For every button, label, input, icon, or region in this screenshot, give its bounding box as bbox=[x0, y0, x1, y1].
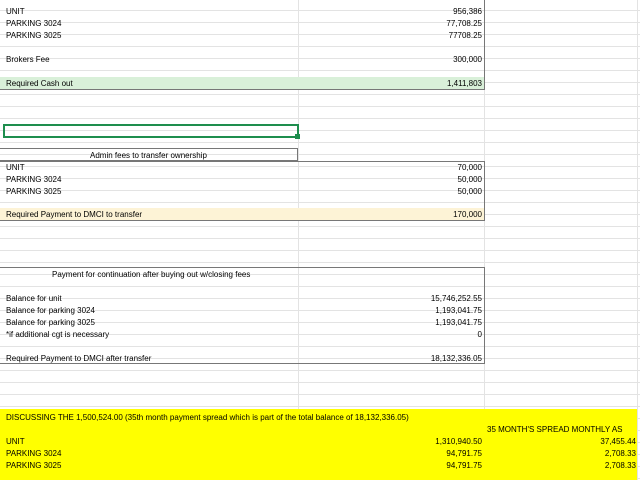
cell-balance-parking-3025-value[interactable]: 1,193,041.75 bbox=[435, 317, 482, 328]
cell-required-payment-transfer-value[interactable]: 170,000 bbox=[453, 209, 482, 220]
cell-parking-3025-label-2[interactable]: PARKING 3025 bbox=[6, 186, 61, 197]
cell-unit-monthly[interactable]: 37,455.44 bbox=[600, 436, 636, 447]
grid-row-line bbox=[0, 228, 640, 239]
grid-row-line bbox=[0, 396, 640, 407]
cell-unit-value-2[interactable]: 70,000 bbox=[458, 162, 482, 173]
cell-parking-3024-value-2[interactable]: 50,000 bbox=[458, 174, 482, 185]
cell-unit-label-2[interactable]: UNIT bbox=[6, 162, 25, 173]
cell-balance-parking-3024-label[interactable]: Balance for parking 3024 bbox=[6, 305, 95, 316]
cell-brokers-fee-label[interactable]: Brokers Fee bbox=[6, 54, 50, 65]
grid-column-line bbox=[637, 0, 638, 480]
cell-parking-3025-value-2[interactable]: 50,000 bbox=[458, 186, 482, 197]
cell-parking-3025-label[interactable]: PARKING 3025 bbox=[6, 30, 61, 41]
fill-handle[interactable] bbox=[295, 134, 300, 139]
cell-balance-parking-3024-value[interactable]: 1,193,041.75 bbox=[435, 305, 482, 316]
grid-row-line bbox=[0, 372, 640, 383]
section1-value-border bbox=[0, 0, 485, 90]
cell-parking-3025-value[interactable]: 77708.25 bbox=[449, 30, 482, 41]
grid-row-line bbox=[0, 108, 640, 119]
cell-parking-3025-value-4[interactable]: 94,791.75 bbox=[446, 460, 482, 471]
grid-row-line bbox=[0, 384, 640, 395]
cell-parking-3024-value[interactable]: 77,708.25 bbox=[446, 18, 482, 29]
cell-cgt-value[interactable]: 0 bbox=[478, 329, 482, 340]
cell-required-payment-after-value[interactable]: 18,132,336.05 bbox=[431, 353, 482, 364]
cell-balance-unit-value[interactable]: 15,746,252.55 bbox=[431, 293, 482, 304]
cell-discussion-note[interactable]: DISCUSSING THE 1,500,524.00 (35th month … bbox=[6, 412, 409, 423]
cell-brokers-fee-value[interactable]: 300,000 bbox=[453, 54, 482, 65]
cell-parking-3024-value-4[interactable]: 94,791.75 bbox=[446, 448, 482, 459]
cell-required-payment-after-label[interactable]: Required Payment to DMCI after transfer bbox=[6, 353, 151, 364]
cell-parking-3025-label-4[interactable]: PARKING 3025 bbox=[6, 460, 61, 471]
selected-cell[interactable] bbox=[3, 124, 300, 139]
cell-required-cash-out-value[interactable]: 1,411,803 bbox=[447, 78, 482, 89]
cell-unit-value-4[interactable]: 1,310,940.50 bbox=[435, 436, 482, 447]
grid-row-line bbox=[0, 96, 640, 107]
cell-parking-3025-monthly[interactable]: 2,708.33 bbox=[605, 460, 636, 471]
cell-admin-fees-header[interactable]: Admin fees to transfer ownership bbox=[90, 150, 207, 161]
cell-parking-3024-monthly[interactable]: 2,708.33 bbox=[605, 448, 636, 459]
cell-balance-unit-label[interactable]: Balance for unit bbox=[6, 293, 62, 304]
cell-monthly-spread-header[interactable]: 35 MONTH'S SPREAD MONTHLY AS bbox=[487, 424, 622, 435]
grid-row-line bbox=[0, 252, 640, 263]
cell-unit-label[interactable]: UNIT bbox=[6, 6, 25, 17]
cell-unit-value[interactable]: 956,386 bbox=[453, 6, 482, 17]
cell-parking-3024-label-2[interactable]: PARKING 3024 bbox=[6, 174, 61, 185]
cell-cgt-note-label[interactable]: *if additional cgt is necessary bbox=[6, 329, 109, 340]
cell-continuation-header[interactable]: Payment for continuation after buying ou… bbox=[52, 269, 250, 280]
cell-required-payment-transfer-label[interactable]: Required Payment to DMCI to transfer bbox=[6, 209, 142, 220]
cell-balance-parking-3025-label[interactable]: Balance for parking 3025 bbox=[6, 317, 95, 328]
cell-parking-3024-label[interactable]: PARKING 3024 bbox=[6, 18, 61, 29]
cell-parking-3024-label-4[interactable]: PARKING 3024 bbox=[6, 448, 61, 459]
cell-unit-label-4[interactable]: UNIT bbox=[6, 436, 25, 447]
cell-required-cash-out-label[interactable]: Required Cash out bbox=[6, 78, 73, 89]
grid-row-line bbox=[0, 240, 640, 251]
